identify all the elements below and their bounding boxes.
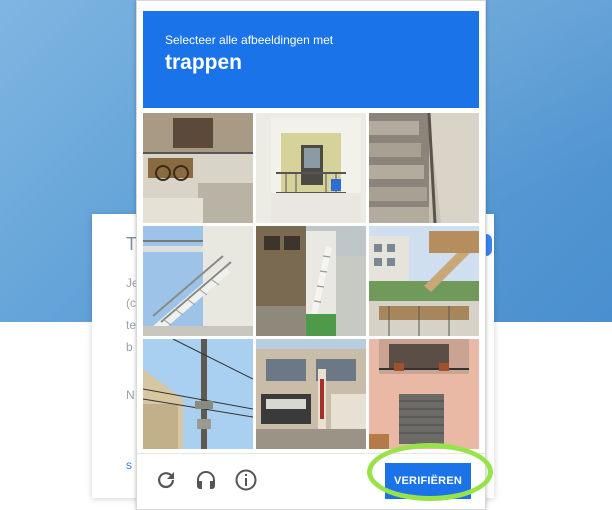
captcha-instruction: Selecteer alle afbeeldingen met — [165, 33, 334, 47]
background-footer-link: s — [126, 458, 132, 472]
captcha-tile-4[interactable] — [143, 226, 253, 336]
background-text-line: te — [126, 318, 137, 332]
captcha-tile-6[interactable] — [369, 226, 479, 336]
captcha-tile-5[interactable] — [256, 226, 366, 336]
headphones-icon[interactable] — [193, 468, 219, 494]
captcha-tile-9[interactable] — [369, 339, 479, 449]
captcha-image-grid — [143, 113, 479, 449]
captcha-header: Selecteer alle afbeeldingen met trappen — [143, 11, 479, 108]
background-text-line: b — [126, 340, 133, 354]
info-icon[interactable] — [233, 468, 259, 494]
captcha-tile-3[interactable] — [369, 113, 479, 223]
verify-button[interactable]: VERIFIËREN — [385, 463, 471, 499]
captcha-target-word: trappen — [165, 51, 243, 74]
captcha-tile-2[interactable] — [256, 113, 366, 223]
captcha-tile-7[interactable] — [143, 339, 253, 449]
background-link: N — [126, 388, 135, 402]
captcha-tile-1[interactable] — [143, 113, 253, 223]
captcha-tile-8[interactable] — [256, 339, 366, 449]
reload-icon[interactable] — [153, 468, 179, 494]
background-text-line: (c — [126, 296, 136, 310]
captcha-dialog: Selecteer alle afbeeldingen met trappen — [136, 0, 486, 510]
captcha-footer: VERIFIËREN — [137, 453, 485, 510]
